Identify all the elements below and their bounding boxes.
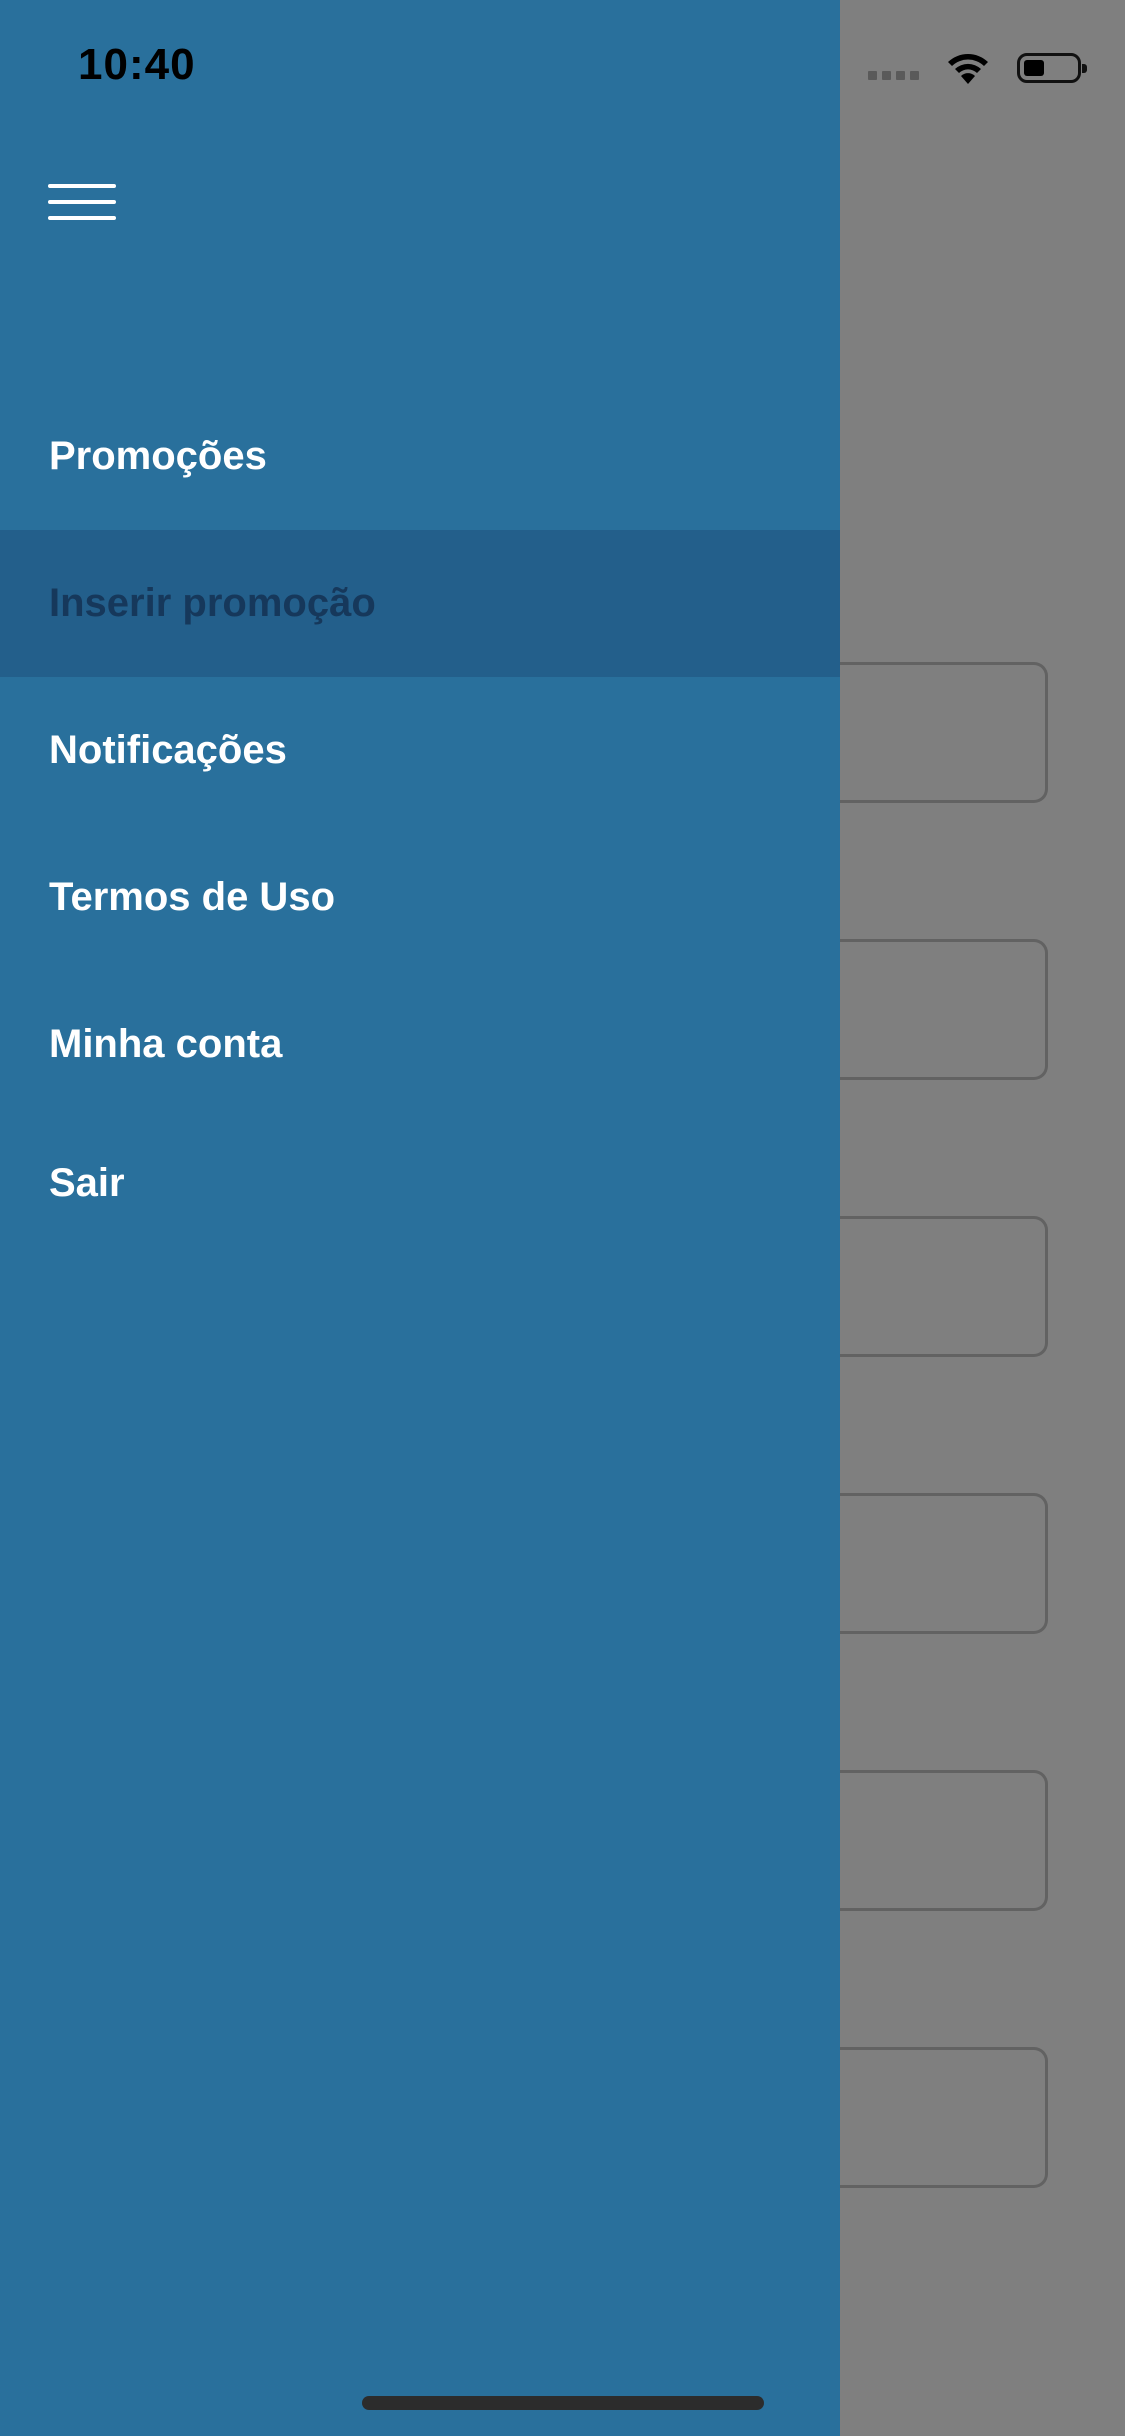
status-bar-time: 10:40	[78, 40, 196, 89]
menu-item-inserir-promocao[interactable]: Inserir promoção	[0, 530, 840, 677]
menu-item-sair[interactable]: Sair	[0, 1110, 840, 1257]
menu-item-termos-de-uso[interactable]: Termos de Uso	[0, 824, 840, 971]
menu-item-promocoes[interactable]: Promoções	[0, 383, 840, 530]
navigation-drawer: 10:40 Promoções Inserir promoção Notific…	[0, 0, 840, 2436]
menu-item-minha-conta[interactable]: Minha conta	[0, 971, 840, 1118]
signal-icon	[868, 70, 919, 80]
battery-icon	[1017, 53, 1087, 83]
status-bar-indicators	[868, 48, 1087, 88]
wifi-icon	[945, 50, 991, 86]
hamburger-icon[interactable]	[48, 180, 116, 228]
home-indicator[interactable]	[362, 2396, 764, 2410]
menu-item-notificacoes[interactable]: Notificações	[0, 677, 840, 824]
